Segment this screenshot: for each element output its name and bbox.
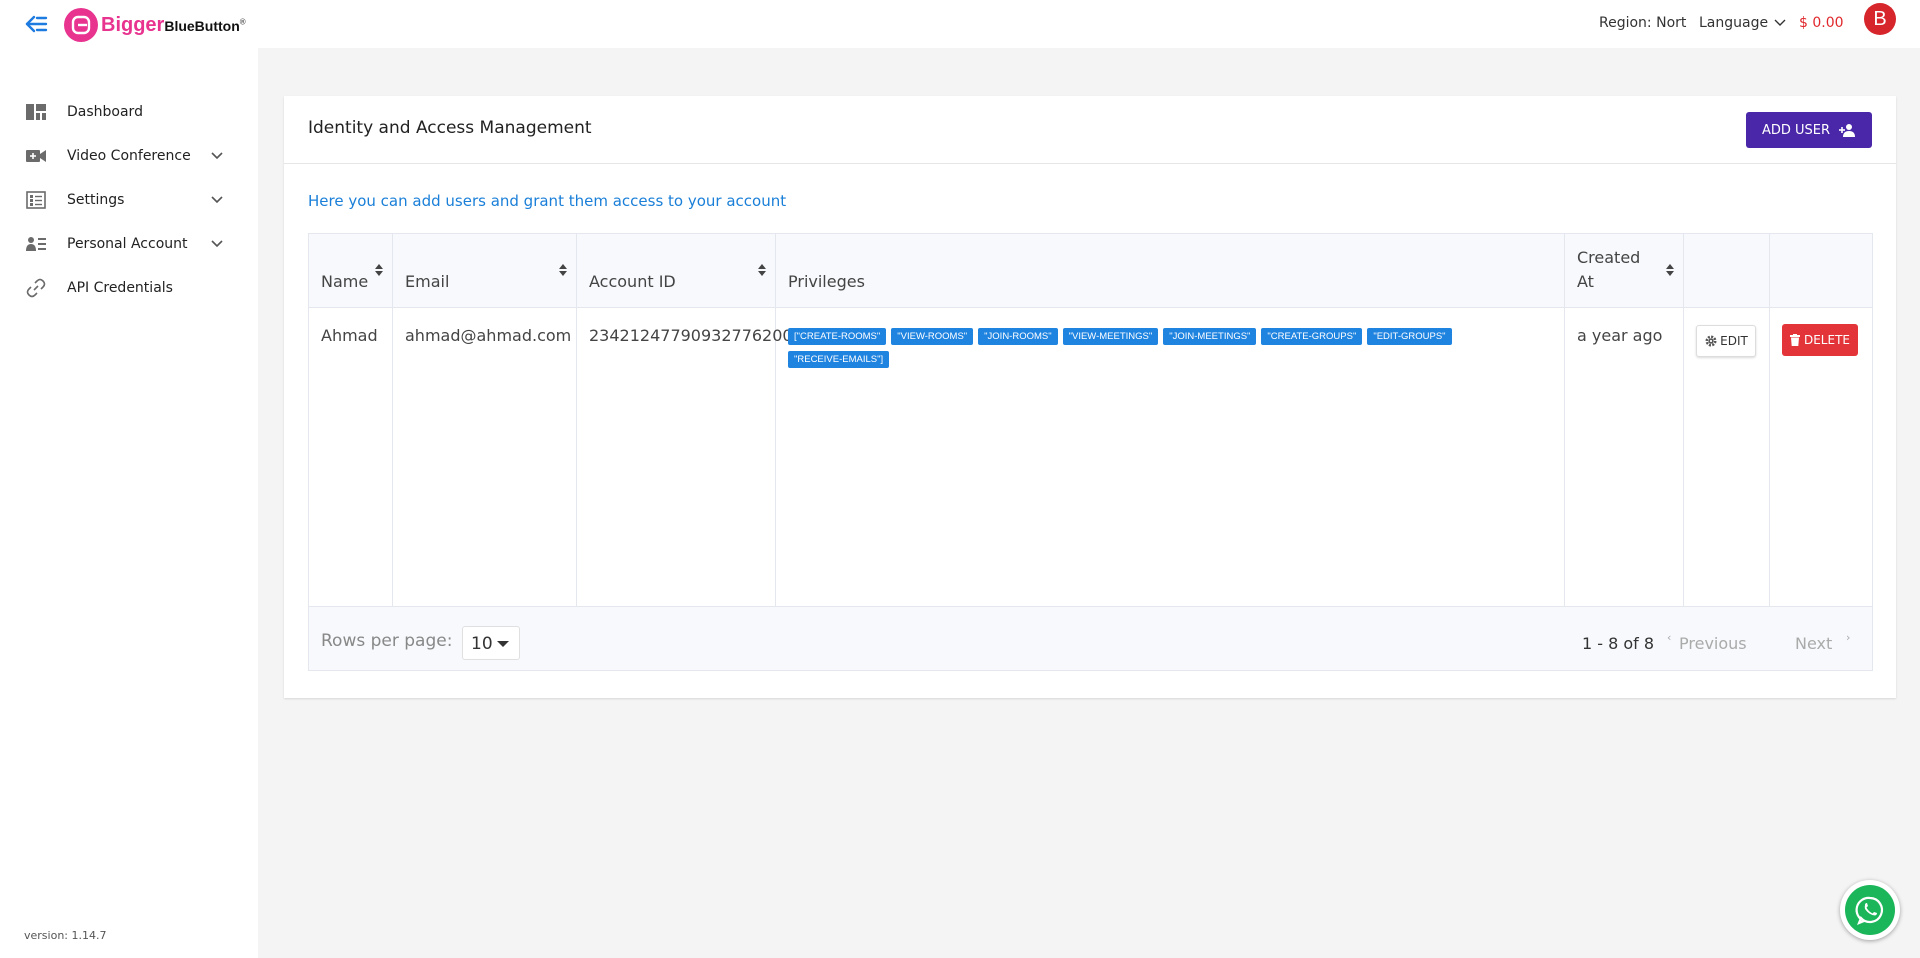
cell-created-at: a year ago	[1565, 308, 1684, 606]
trash-icon	[1789, 334, 1800, 346]
sort-icon[interactable]	[757, 262, 767, 278]
chevron-right-icon: ›	[1846, 631, 1851, 644]
sort-icon[interactable]	[558, 262, 568, 278]
privilege-chip: "VIEW-ROOMS"	[891, 328, 974, 345]
logo[interactable]: BiggerBlueButton®	[64, 7, 246, 43]
privilege-chip: ["CREATE-ROOMS"	[788, 328, 887, 345]
caret-down-icon	[497, 641, 509, 647]
rows-per-page-label: Rows per page:	[321, 631, 453, 651]
sidebar-item-label: Dashboard	[67, 104, 143, 120]
sidebar-item-label: Personal Account	[67, 236, 188, 252]
chevron-down-icon	[211, 152, 223, 160]
logo-mark-icon	[64, 8, 98, 42]
column-header-account-id[interactable]: Account ID	[577, 234, 776, 308]
avatar[interactable]: B	[1864, 3, 1896, 35]
iam-card: Identity and Access Management ADD USER …	[284, 96, 1896, 698]
whatsapp-chat-button[interactable]	[1840, 880, 1900, 940]
table-footer: Rows per page: 10 1 - 8 of 8 ‹ Previous …	[309, 606, 1872, 670]
settings-list-icon	[26, 190, 46, 210]
chevron-down-icon	[211, 240, 223, 248]
person-add-icon	[1839, 124, 1856, 137]
sidebar-item-api-credentials[interactable]: API Credentials	[0, 268, 258, 308]
app-version: version: 1.14.7	[24, 929, 107, 942]
chevron-down-icon	[1774, 19, 1786, 26]
privilege-chip: "JOIN-ROOMS"	[978, 328, 1058, 345]
language-selector[interactable]: Language	[1699, 15, 1786, 31]
sidebar-item-personal-account[interactable]: Personal Account	[0, 224, 258, 264]
add-user-label: ADD USER	[1761, 122, 1831, 138]
delete-button[interactable]: DELETE	[1782, 324, 1858, 356]
column-header-created-at[interactable]: Created At	[1565, 234, 1684, 308]
column-header-privileges: Privileges	[776, 234, 1565, 308]
language-label: Language	[1699, 15, 1769, 31]
sidebar-item-video-conference[interactable]: Video Conference	[0, 136, 258, 176]
sidebar-item-settings[interactable]: Settings	[0, 180, 258, 220]
account-balance[interactable]: $ 0.00	[1799, 15, 1844, 31]
sidebar: Dashboard Video Conference Settings Pers…	[0, 48, 258, 958]
privilege-chip: "JOIN-MEETINGS"	[1163, 328, 1257, 345]
gear-icon	[1705, 335, 1717, 347]
next-page-button[interactable]: Next	[1795, 634, 1832, 653]
chevron-left-icon: ‹	[1667, 631, 1672, 644]
sort-icon[interactable]	[1665, 262, 1675, 278]
sidebar-item-label: Video Conference	[67, 148, 191, 164]
link-icon	[26, 278, 46, 298]
cell-edit: EDIT	[1684, 308, 1770, 606]
privilege-chips: ["CREATE-ROOMS" "VIEW-ROOMS" "JOIN-ROOMS…	[788, 328, 1548, 368]
sort-icon[interactable]	[374, 262, 384, 278]
intro-text: Here you can add users and grant them ac…	[308, 192, 787, 210]
dashboard-icon	[26, 102, 46, 122]
cell-account-id: 23421247790932776200	[577, 308, 793, 606]
page-title: Identity and Access Management	[308, 118, 592, 138]
column-header-name[interactable]: Name	[309, 234, 393, 308]
previous-page-button[interactable]: Previous	[1679, 634, 1747, 653]
top-bar: BiggerBlueButton® Region: North Language…	[0, 0, 1920, 48]
column-header-delete	[1770, 234, 1872, 308]
sidebar-item-dashboard[interactable]: Dashboard	[0, 92, 258, 132]
video-camera-icon	[26, 146, 46, 166]
collapse-sidebar-icon[interactable]	[24, 13, 48, 35]
chevron-down-icon	[211, 196, 223, 204]
edit-button[interactable]: EDIT	[1696, 325, 1756, 357]
sidebar-item-label: Settings	[67, 192, 125, 208]
whatsapp-icon	[1845, 885, 1895, 935]
privilege-chip: "RECEIVE-EMAILS"]	[788, 351, 890, 368]
add-user-button[interactable]: ADD USER	[1746, 112, 1872, 148]
cell-delete: DELETE	[1770, 308, 1872, 606]
column-header-email[interactable]: Email	[393, 234, 577, 308]
privilege-chip: "VIEW-MEETINGS"	[1062, 328, 1159, 345]
rows-per-page-select[interactable]: 10	[462, 626, 520, 660]
table-row: Ahmad ahmad@ahmad.com 234212477909327762…	[309, 308, 1872, 606]
logo-text: BiggerBlueButton®	[101, 13, 246, 36]
cell-name: Ahmad	[309, 308, 393, 606]
cell-privileges: ["CREATE-ROOMS" "VIEW-ROOMS" "JOIN-ROOMS…	[776, 308, 1565, 606]
users-table: Name Email Account ID Privileges Created…	[308, 233, 1873, 671]
sidebar-item-label: API Credentials	[67, 280, 173, 296]
pagination-range: 1 - 8 of 8	[1582, 634, 1655, 653]
person-list-icon	[26, 234, 46, 254]
privilege-chip: "EDIT-GROUPS"	[1367, 328, 1452, 345]
cell-email: ahmad@ahmad.com	[393, 308, 577, 606]
region-selector[interactable]: Region: North	[1599, 15, 1687, 31]
privilege-chip: "CREATE-GROUPS"	[1261, 328, 1363, 345]
column-header-edit	[1684, 234, 1770, 308]
card-header: Identity and Access Management ADD USER	[284, 96, 1896, 164]
table-header: Name Email Account ID Privileges Created…	[309, 234, 1872, 308]
